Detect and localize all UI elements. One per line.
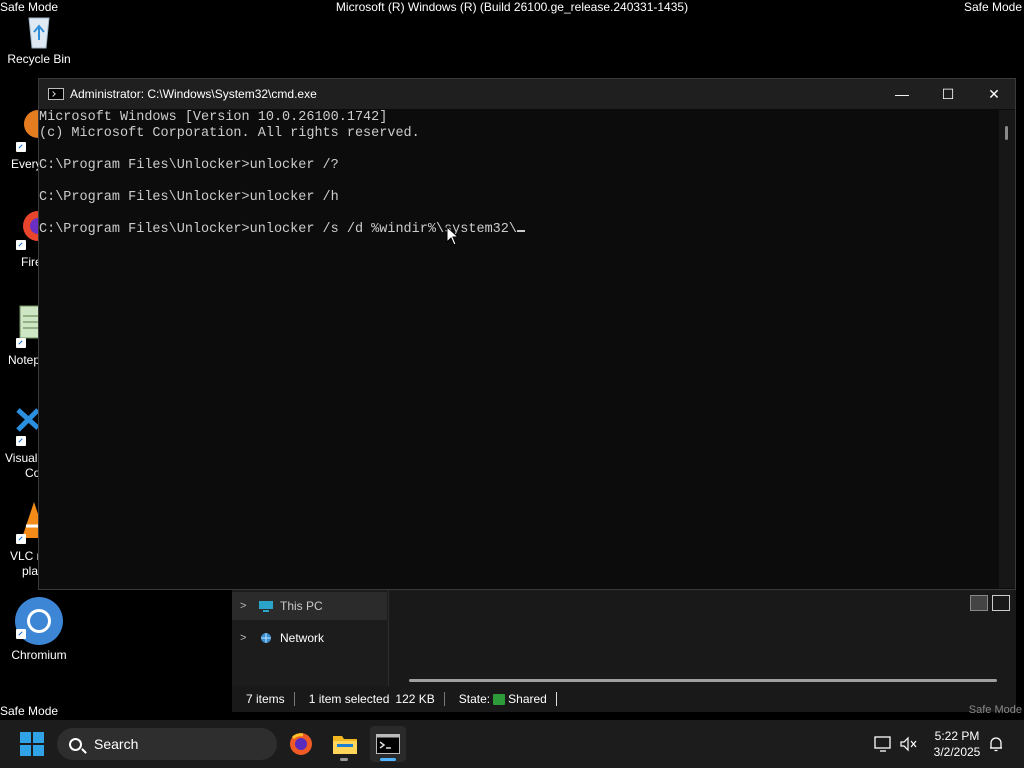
safe-mode-label: Safe Mode (963, 0, 1022, 14)
taskbar: Search 5:22 PM 3/2/2025 (0, 720, 1024, 768)
console-text: Microsoft Windows [Version 10.0.26100.17… (39, 110, 1001, 238)
search-icon (69, 737, 82, 751)
clock-time: 5:22 PM (934, 729, 980, 743)
status-bar: 7 items 1 item selected 122 KB State: Sh… (232, 686, 1016, 712)
status-divider (555, 692, 557, 706)
file-explorer-icon (333, 736, 357, 754)
maximize-button[interactable]: ☐ (925, 79, 971, 109)
firefox-icon (290, 733, 312, 755)
cmd-window[interactable]: Administrator: C:\Windows\System32\cmd.e… (38, 78, 1016, 590)
start-button[interactable] (20, 732, 44, 756)
recycle-bin-icon (28, 17, 50, 49)
minimize-button[interactable]: — (879, 79, 925, 109)
close-icon: ✕ (988, 85, 1000, 102)
mouse-pointer-icon (446, 226, 458, 246)
cmd-app-icon[interactable] (48, 88, 64, 100)
console-line: C:\Program Files\Unlocker>unlocker /h (39, 190, 339, 205)
status-state-label: State: (458, 692, 491, 706)
desktop-icon-label: Chromium (11, 648, 67, 662)
shortcut-arrow-icon (16, 436, 26, 446)
status-divider (293, 692, 295, 706)
desktop-icon-label: Visual (5, 451, 38, 465)
safe-mode-label: Safe Mode (0, 704, 59, 718)
status-state-value: Shared (508, 692, 547, 706)
title-bar[interactable]: Administrator: C:\Windows\System32\cmd.e… (39, 79, 1015, 109)
shortcut-arrow-icon (16, 142, 26, 152)
search-placeholder: Search (94, 736, 139, 752)
chevron-right-icon[interactable]: > (240, 600, 258, 612)
close-button[interactable]: ✕ (971, 79, 1017, 109)
shared-icon (493, 694, 506, 705)
vertical-scrollbar[interactable] (999, 110, 1015, 588)
status-item-count: 7 items (246, 692, 285, 706)
desktop-icon-label: Recycle Bin (7, 52, 71, 66)
window-title: Administrator: C:\Windows\System32\cmd.e… (70, 87, 317, 101)
details-view-button[interactable] (970, 595, 988, 611)
shortcut-arrow-icon (16, 338, 26, 348)
nav-item-network[interactable]: > Network (232, 624, 387, 652)
nav-item-this-pc[interactable]: > This PC (232, 592, 387, 620)
maximize-icon: ☐ (941, 85, 955, 102)
horizontal-scrollbar[interactable] (409, 679, 997, 682)
status-divider (443, 692, 445, 706)
nav-item-label: This PC (280, 599, 323, 613)
volume-muted-icon[interactable] (900, 736, 918, 752)
desktop-icon-label: VLC r (10, 549, 41, 563)
network-icon (261, 633, 271, 643)
taskbar-file-explorer-button[interactable] (327, 726, 363, 762)
console-output[interactable]: Microsoft Windows [Version 10.0.26100.17… (39, 110, 1001, 588)
minimize-icon: — (895, 86, 909, 102)
console-line: C:\Program Files\Unlocker>unlocker /? (39, 158, 339, 173)
taskbar-clock[interactable]: 5:22 PM 3/2/2025 (924, 728, 990, 760)
notepad-icon (19, 305, 38, 339)
desktop-icon-recycle-bin[interactable]: Recycle Bin (0, 10, 78, 66)
shortcut-arrow-icon (16, 629, 26, 639)
status-size: 122 KB (395, 692, 435, 706)
taskbar-cmd-button[interactable] (370, 726, 406, 762)
console-line: (c) Microsoft Corporation. All rights re… (39, 126, 420, 141)
notification-bell-icon[interactable] (988, 736, 1004, 752)
console-line: Microsoft Windows [Version 10.0.26100.17… (39, 110, 388, 125)
safe-mode-label: Safe Mode (968, 704, 1022, 716)
text-cursor (516, 230, 525, 232)
running-indicator (340, 758, 348, 761)
nav-item-label: Network (280, 631, 325, 645)
display-icon[interactable] (874, 736, 892, 752)
desktop-icon-label: Notep (8, 353, 41, 367)
terminal-icon (376, 734, 400, 754)
this-pc-icon (259, 601, 273, 612)
file-explorer-window: > This PC > Network 7 items 1 item selec… (232, 590, 1016, 712)
clock-date: 3/2/2025 (933, 745, 981, 759)
shortcut-arrow-icon (16, 534, 26, 544)
navigation-pane: > This PC > Network (232, 590, 389, 686)
taskbar-firefox-button[interactable] (283, 726, 319, 762)
desktop-icon-label: pla (22, 564, 39, 578)
chevron-right-icon[interactable]: > (240, 632, 258, 644)
desktop-icon-chromium[interactable]: Chromium (0, 596, 78, 662)
taskbar-search-box[interactable]: Search (57, 728, 277, 760)
everything-icon (24, 110, 38, 138)
shortcut-arrow-icon (16, 240, 26, 250)
status-selection: 1 item selected (308, 692, 390, 706)
scrollbar-thumb[interactable] (1005, 126, 1008, 140)
vscode-icon (16, 408, 38, 432)
active-indicator (380, 758, 396, 761)
large-icons-view-button[interactable] (992, 595, 1010, 611)
build-watermark: Microsoft (R) Windows (R) (Build 26100.g… (335, 0, 689, 14)
